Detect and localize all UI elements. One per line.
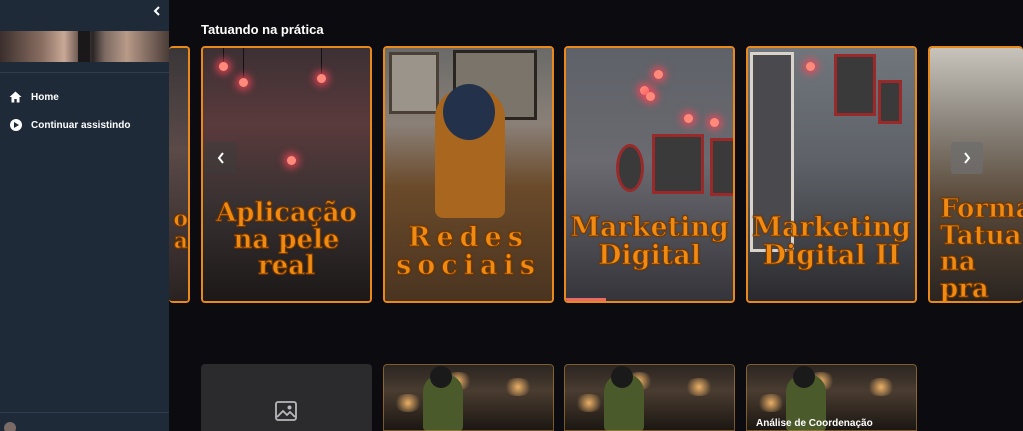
sidebar-item-home[interactable]: Home	[9, 87, 59, 107]
course-thumbnail[interactable]	[201, 364, 372, 431]
sidebar-item-continue-watching[interactable]: Continuar assistindo	[9, 115, 130, 135]
course-thumbnail[interactable]: Análise de Coordenação	[746, 364, 917, 431]
carousel-next-button[interactable]	[951, 142, 983, 174]
card-title: Redes sociais	[396, 222, 541, 281]
sidebar-item-label: Home	[31, 91, 59, 103]
app-root: Home Continuar assistindo Tatuando na pr…	[0, 0, 1023, 431]
collapse-sidebar-button[interactable]	[150, 3, 164, 19]
sidebar-divider-bottom	[0, 412, 169, 413]
course-card[interactable]: Forma Tatua na pra	[928, 46, 1023, 303]
sidebar-banner-image	[0, 31, 169, 62]
course-thumbnail[interactable]	[383, 364, 554, 431]
chevron-left-icon	[217, 152, 224, 164]
card-title: Forma Tatua na pra	[940, 194, 1023, 303]
card-title: Marketing Digital	[570, 212, 730, 271]
card-title: o a	[173, 206, 188, 255]
chevron-right-icon	[964, 152, 971, 164]
section-title: Tatuando na prática	[201, 22, 324, 37]
carousel-prev-button[interactable]	[205, 142, 237, 174]
sidebar: Home Continuar assistindo	[0, 0, 169, 431]
sidebar-item-label: Continuar assistindo	[31, 119, 131, 131]
course-card[interactable]: Aplicação na pele real	[201, 46, 372, 303]
thumbnail-caption: Análise de Coordenação	[756, 418, 873, 429]
sidebar-divider	[0, 72, 169, 73]
course-card[interactable]: Redes sociais	[383, 46, 554, 303]
chevron-left-icon	[153, 6, 160, 16]
card-title: Aplicação na pele real	[216, 198, 358, 282]
course-card[interactable]: o a	[169, 46, 190, 303]
image-icon	[275, 401, 297, 421]
play-circle-icon	[9, 119, 22, 132]
course-thumbnail[interactable]	[564, 364, 735, 431]
home-icon	[9, 91, 22, 104]
watch-progress-bar	[566, 298, 607, 301]
avatar[interactable]	[4, 422, 16, 431]
card-title: Marketing Digital II	[752, 212, 912, 271]
course-card[interactable]: Marketing Digital	[564, 46, 735, 303]
course-card[interactable]: Marketing Digital II	[746, 46, 917, 303]
